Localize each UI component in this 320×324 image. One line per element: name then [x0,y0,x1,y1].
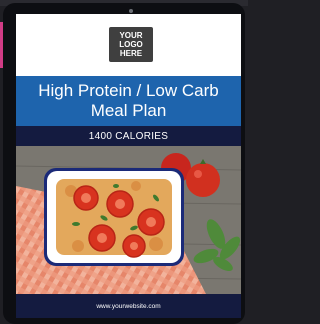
footer-band: www.yourwebsite.com [16,294,241,318]
calories-label: 1400 CALORIES [88,130,169,142]
title-line-2: Meal Plan [90,101,167,120]
logo-placeholder: YOUR LOGO HERE [109,27,153,62]
logo-text: YOUR LOGO HERE [119,31,143,58]
camera-icon [129,9,133,13]
meal-photo [16,146,241,294]
website-url: www.yourwebsite.com [96,302,161,310]
ebook-cover: YOUR LOGO HERE High Protein / Low Carb M… [16,14,241,318]
meal-photo-illustration [16,146,241,294]
title-line-1: High Protein / Low Carb [38,81,219,100]
title-band: High Protein / Low Carb Meal Plan [16,76,241,126]
calories-band: 1400 CALORIES [16,126,241,146]
